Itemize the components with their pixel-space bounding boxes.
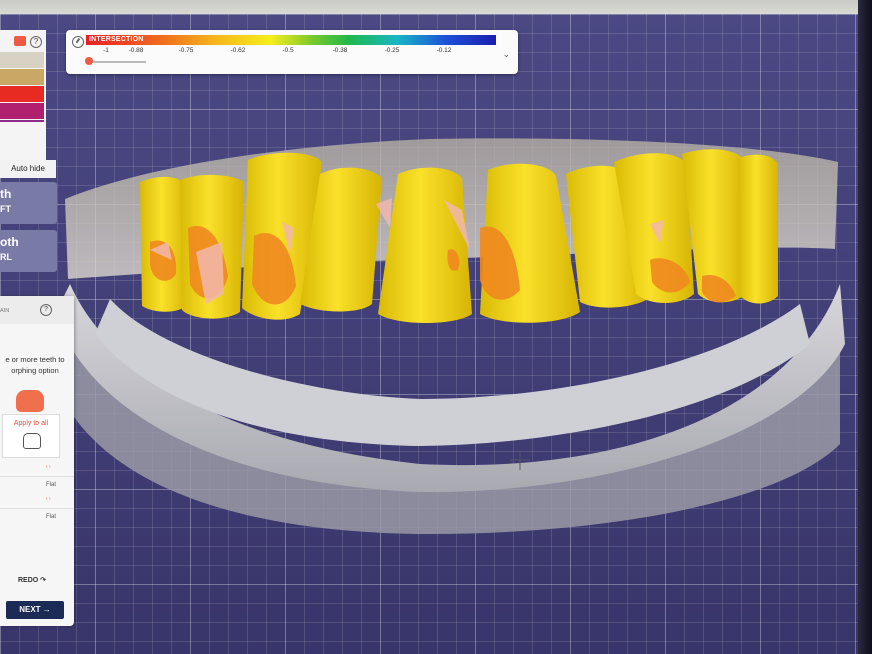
color-swatch[interactable]	[0, 103, 44, 119]
color-scale	[86, 35, 496, 45]
divider	[0, 476, 74, 477]
instruction-text: e or more teeth to orphing option	[5, 355, 65, 375]
tooth-right-line2: RL	[0, 252, 12, 262]
threshold-slider-track[interactable]	[88, 61, 146, 63]
tool-panel-title: AIN	[0, 308, 10, 314]
legend-tick: -0.38	[332, 47, 348, 54]
legend-title: INTERSECTION	[89, 36, 144, 43]
gauge-icon[interactable]	[72, 36, 84, 48]
morph-row-label: Flat	[46, 482, 57, 488]
legend-tick: -0.5	[282, 47, 294, 54]
apply-to-all-label: Apply to all	[13, 420, 49, 427]
palette-icon[interactable]	[14, 36, 26, 46]
3d-viewport[interactable]	[0, 14, 862, 654]
tooth-right-line1: oth	[0, 235, 19, 249]
legend-tick: -0.75	[178, 47, 194, 54]
redo-button[interactable]: REDO ↷	[18, 576, 46, 584]
legend-tick: -0.88	[128, 47, 144, 54]
tooth	[738, 154, 778, 304]
divider	[0, 508, 74, 509]
color-swatch[interactable]	[0, 52, 44, 68]
morph-row-arrows[interactable]: ‹ ›	[46, 464, 51, 470]
intersection-legend: INTERSECTION -1 -0.88 -0.75 -0.62 -0.5 -…	[66, 30, 518, 74]
threshold-slider-handle[interactable]	[85, 57, 93, 65]
tool-panel-header: AIN ?	[0, 296, 74, 324]
apply-to-all-button[interactable]: Apply to all	[2, 414, 60, 458]
legend-tick: -0.12	[436, 47, 452, 54]
legend-tick: -0.25	[384, 47, 400, 54]
help-icon[interactable]: ?	[30, 36, 42, 48]
teeth-icon	[23, 433, 41, 449]
legend-tick: -1	[103, 47, 109, 54]
morph-row-arrows[interactable]: ‹ ›	[46, 496, 51, 502]
color-swatch[interactable]	[0, 120, 44, 122]
chevron-down-icon[interactable]: ⌄	[502, 49, 510, 60]
morph-row-label: Flat	[46, 514, 57, 520]
color-panel: ?	[0, 30, 46, 170]
tooth-left-line2: FT	[0, 204, 11, 214]
morphing-tool-panel: AIN ? e or more teeth to orphing option …	[0, 296, 74, 626]
legend-tick: -0.62	[230, 47, 246, 54]
next-button[interactable]: NEXT →	[6, 601, 64, 619]
help-icon[interactable]: ?	[40, 304, 52, 316]
tooth-preview-icon[interactable]	[16, 390, 44, 412]
color-swatch[interactable]	[0, 86, 44, 102]
monitor-screen: INTERSECTION -1 -0.88 -0.75 -0.62 -0.5 -…	[0, 0, 872, 654]
tooth-right-button[interactable]: oth RL	[0, 230, 57, 272]
dental-scene[interactable]	[0, 14, 862, 654]
auto-hide-button[interactable]: Auto hide	[0, 160, 56, 178]
tooth-left-button[interactable]: th FT	[0, 182, 57, 224]
monitor-bezel-right	[858, 0, 872, 654]
color-swatch[interactable]	[0, 69, 44, 85]
tooth-left-line1: th	[0, 187, 12, 201]
